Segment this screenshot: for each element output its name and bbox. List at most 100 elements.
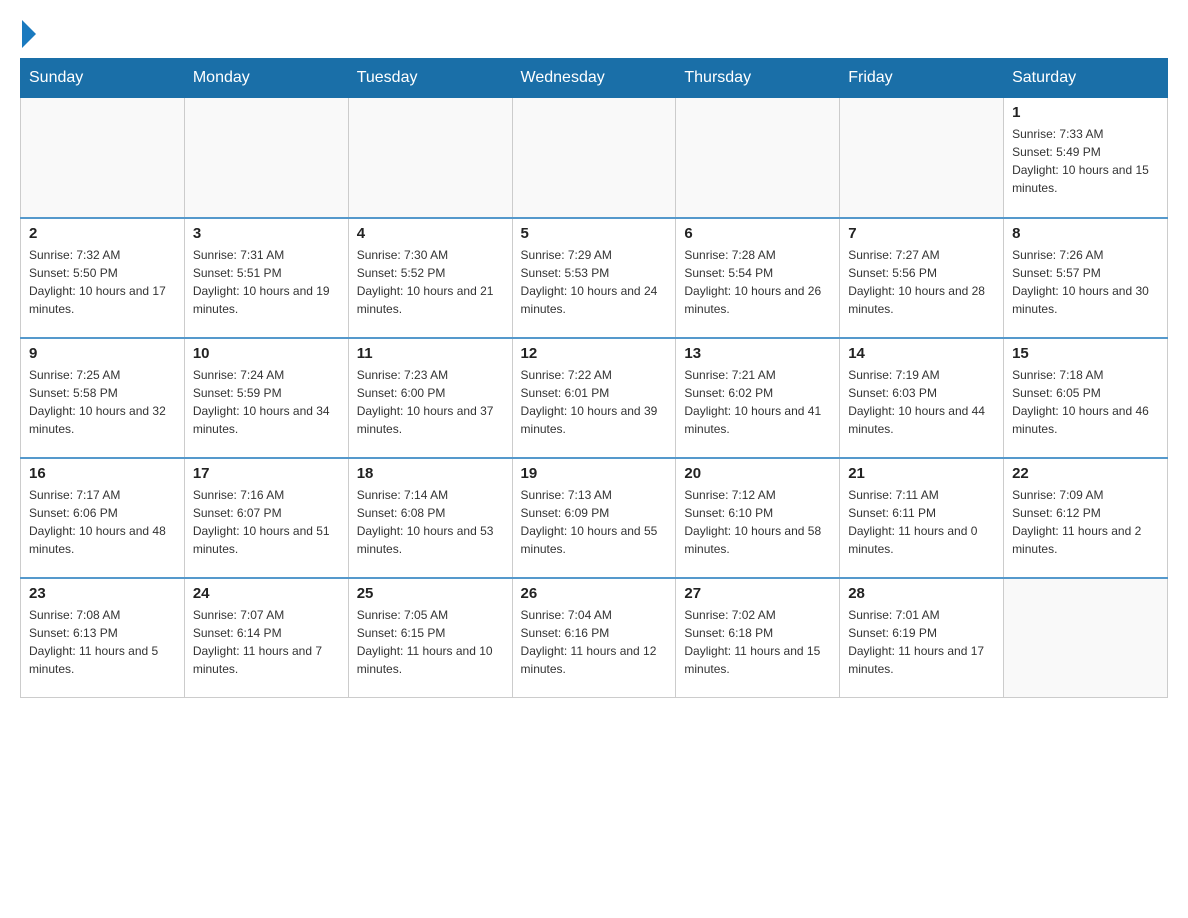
day-info: Sunrise: 7:23 AM Sunset: 6:00 PM Dayligh… [357,366,504,438]
day-info: Sunrise: 7:32 AM Sunset: 5:50 PM Dayligh… [29,246,176,318]
day-number: 3 [193,225,340,242]
day-info: Sunrise: 7:28 AM Sunset: 5:54 PM Dayligh… [684,246,831,318]
day-info: Sunrise: 7:08 AM Sunset: 6:13 PM Dayligh… [29,606,176,678]
calendar-cell: 20 Sunrise: 7:12 AM Sunset: 6:10 PM Dayli… [676,458,840,578]
weekday-header-saturday: Saturday [1004,59,1168,98]
weekday-header-monday: Monday [184,59,348,98]
day-info: Sunrise: 7:25 AM Sunset: 5:58 PM Dayligh… [29,366,176,438]
day-number: 8 [1012,225,1159,242]
day-number: 7 [848,225,995,242]
day-number: 19 [521,465,668,482]
day-info: Sunrise: 7:22 AM Sunset: 6:01 PM Dayligh… [521,366,668,438]
calendar-cell [184,98,348,218]
calendar-cell [840,98,1004,218]
day-info: Sunrise: 7:26 AM Sunset: 5:57 PM Dayligh… [1012,246,1159,318]
day-number: 6 [684,225,831,242]
day-info: Sunrise: 7:04 AM Sunset: 6:16 PM Dayligh… [521,606,668,678]
day-number: 12 [521,345,668,362]
calendar-week-row: 9 Sunrise: 7:25 AM Sunset: 5:58 PM Daylig… [21,338,1168,458]
calendar-cell: 10 Sunrise: 7:24 AM Sunset: 5:59 PM Dayli… [184,338,348,458]
calendar-cell: 8 Sunrise: 7:26 AM Sunset: 5:57 PM Daylig… [1004,218,1168,338]
calendar-week-row: 23 Sunrise: 7:08 AM Sunset: 6:13 PM Dayli… [21,578,1168,698]
page-header [20,20,1168,48]
calendar-body: 1Sunrise: 7:33 AM Sunset: 5:49 PM Daylig… [21,98,1168,698]
day-info: Sunrise: 7:05 AM Sunset: 6:15 PM Dayligh… [357,606,504,678]
weekday-header-friday: Friday [840,59,1004,98]
day-number: 23 [29,585,176,602]
calendar-cell: 18 Sunrise: 7:14 AM Sunset: 6:08 PM Dayli… [348,458,512,578]
day-number: 17 [193,465,340,482]
day-info: Sunrise: 7:09 AM Sunset: 6:12 PM Dayligh… [1012,486,1159,558]
calendar-cell: 25 Sunrise: 7:05 AM Sunset: 6:15 PM Dayli… [348,578,512,698]
day-number: 25 [357,585,504,602]
calendar-cell: 27 Sunrise: 7:02 AM Sunset: 6:18 PM Dayli… [676,578,840,698]
day-number: 5 [521,225,668,242]
calendar-cell [676,98,840,218]
weekday-header-wednesday: Wednesday [512,59,676,98]
day-number: 16 [29,465,176,482]
calendar-cell: 2Sunrise: 7:32 AM Sunset: 5:50 PM Daylig… [21,218,185,338]
calendar-cell: 23 Sunrise: 7:08 AM Sunset: 6:13 PM Dayli… [21,578,185,698]
day-info: Sunrise: 7:11 AM Sunset: 6:11 PM Dayligh… [848,486,995,558]
day-info: Sunrise: 7:31 AM Sunset: 5:51 PM Dayligh… [193,246,340,318]
calendar-cell: 12 Sunrise: 7:22 AM Sunset: 6:01 PM Dayli… [512,338,676,458]
day-number: 21 [848,465,995,482]
day-info: Sunrise: 7:19 AM Sunset: 6:03 PM Dayligh… [848,366,995,438]
day-info: Sunrise: 7:02 AM Sunset: 6:18 PM Dayligh… [684,606,831,678]
calendar-cell: 11 Sunrise: 7:23 AM Sunset: 6:00 PM Dayli… [348,338,512,458]
calendar-cell: 13 Sunrise: 7:21 AM Sunset: 6:02 PM Dayli… [676,338,840,458]
calendar-cell: 5 Sunrise: 7:29 AM Sunset: 5:53 PM Daylig… [512,218,676,338]
day-number: 10 [193,345,340,362]
calendar-cell: 14 Sunrise: 7:19 AM Sunset: 6:03 PM Dayli… [840,338,1004,458]
day-info: Sunrise: 7:30 AM Sunset: 5:52 PM Dayligh… [357,246,504,318]
day-number: 28 [848,585,995,602]
day-number: 27 [684,585,831,602]
day-number: 1 [1012,104,1159,121]
calendar-cell: 9 Sunrise: 7:25 AM Sunset: 5:58 PM Daylig… [21,338,185,458]
day-number: 9 [29,345,176,362]
day-info: Sunrise: 7:12 AM Sunset: 6:10 PM Dayligh… [684,486,831,558]
calendar-cell: 16 Sunrise: 7:17 AM Sunset: 6:06 PM Dayli… [21,458,185,578]
day-number: 18 [357,465,504,482]
weekday-header-sunday: Sunday [21,59,185,98]
calendar-cell: 19 Sunrise: 7:13 AM Sunset: 6:09 PM Dayli… [512,458,676,578]
calendar-cell: 1Sunrise: 7:33 AM Sunset: 5:49 PM Daylig… [1004,98,1168,218]
calendar-week-row: 2Sunrise: 7:32 AM Sunset: 5:50 PM Daylig… [21,218,1168,338]
day-info: Sunrise: 7:17 AM Sunset: 6:06 PM Dayligh… [29,486,176,558]
day-number: 4 [357,225,504,242]
logo [20,20,38,48]
calendar-cell: 26Sunrise: 7:04 AM Sunset: 6:16 PM Dayli… [512,578,676,698]
day-info: Sunrise: 7:13 AM Sunset: 6:09 PM Dayligh… [521,486,668,558]
weekday-header-tuesday: Tuesday [348,59,512,98]
day-info: Sunrise: 7:16 AM Sunset: 6:07 PM Dayligh… [193,486,340,558]
day-number: 11 [357,345,504,362]
day-number: 20 [684,465,831,482]
calendar-cell: 7Sunrise: 7:27 AM Sunset: 5:56 PM Daylig… [840,218,1004,338]
calendar-cell: 28 Sunrise: 7:01 AM Sunset: 6:19 PM Dayli… [840,578,1004,698]
calendar-cell: 6 Sunrise: 7:28 AM Sunset: 5:54 PM Daylig… [676,218,840,338]
calendar-cell: 3 Sunrise: 7:31 AM Sunset: 5:51 PM Daylig… [184,218,348,338]
day-info: Sunrise: 7:29 AM Sunset: 5:53 PM Dayligh… [521,246,668,318]
day-info: Sunrise: 7:24 AM Sunset: 5:59 PM Dayligh… [193,366,340,438]
calendar-week-row: 16 Sunrise: 7:17 AM Sunset: 6:06 PM Dayli… [21,458,1168,578]
day-number: 14 [848,345,995,362]
logo-arrow-icon [22,20,36,48]
calendar-week-row: 1Sunrise: 7:33 AM Sunset: 5:49 PM Daylig… [21,98,1168,218]
day-info: Sunrise: 7:18 AM Sunset: 6:05 PM Dayligh… [1012,366,1159,438]
calendar-cell [348,98,512,218]
day-info: Sunrise: 7:21 AM Sunset: 6:02 PM Dayligh… [684,366,831,438]
calendar-cell: 21 Sunrise: 7:11 AM Sunset: 6:11 PM Dayli… [840,458,1004,578]
calendar-table: SundayMondayTuesdayWednesdayThursdayFrid… [20,58,1168,698]
day-info: Sunrise: 7:14 AM Sunset: 6:08 PM Dayligh… [357,486,504,558]
day-info: Sunrise: 7:07 AM Sunset: 6:14 PM Dayligh… [193,606,340,678]
day-number: 13 [684,345,831,362]
calendar-cell [512,98,676,218]
day-info: Sunrise: 7:01 AM Sunset: 6:19 PM Dayligh… [848,606,995,678]
day-number: 24 [193,585,340,602]
calendar-header: SundayMondayTuesdayWednesdayThursdayFrid… [21,59,1168,98]
weekday-header-thursday: Thursday [676,59,840,98]
calendar-cell [1004,578,1168,698]
calendar-cell: 15Sunrise: 7:18 AM Sunset: 6:05 PM Dayli… [1004,338,1168,458]
calendar-cell: 22Sunrise: 7:09 AM Sunset: 6:12 PM Dayli… [1004,458,1168,578]
calendar-cell: 4 Sunrise: 7:30 AM Sunset: 5:52 PM Daylig… [348,218,512,338]
